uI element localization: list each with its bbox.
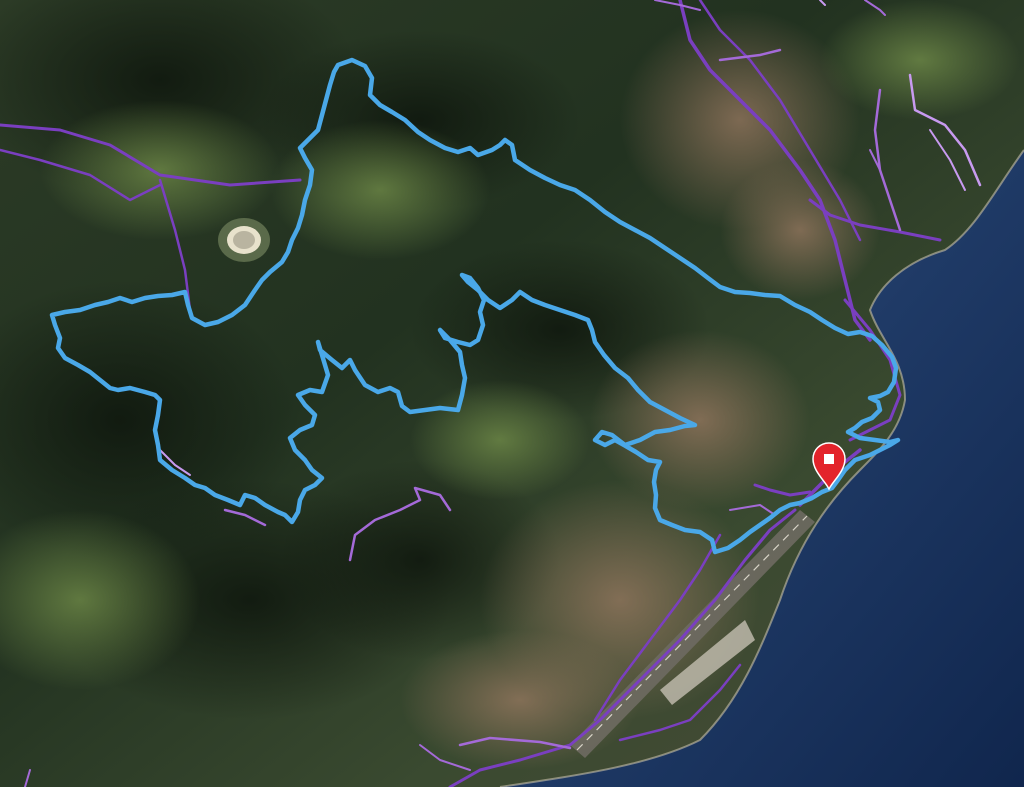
stop-square-icon: [824, 454, 834, 464]
map-canvas[interactable]: [0, 0, 1024, 787]
stadium: [218, 218, 270, 262]
map-view[interactable]: [0, 0, 1024, 787]
